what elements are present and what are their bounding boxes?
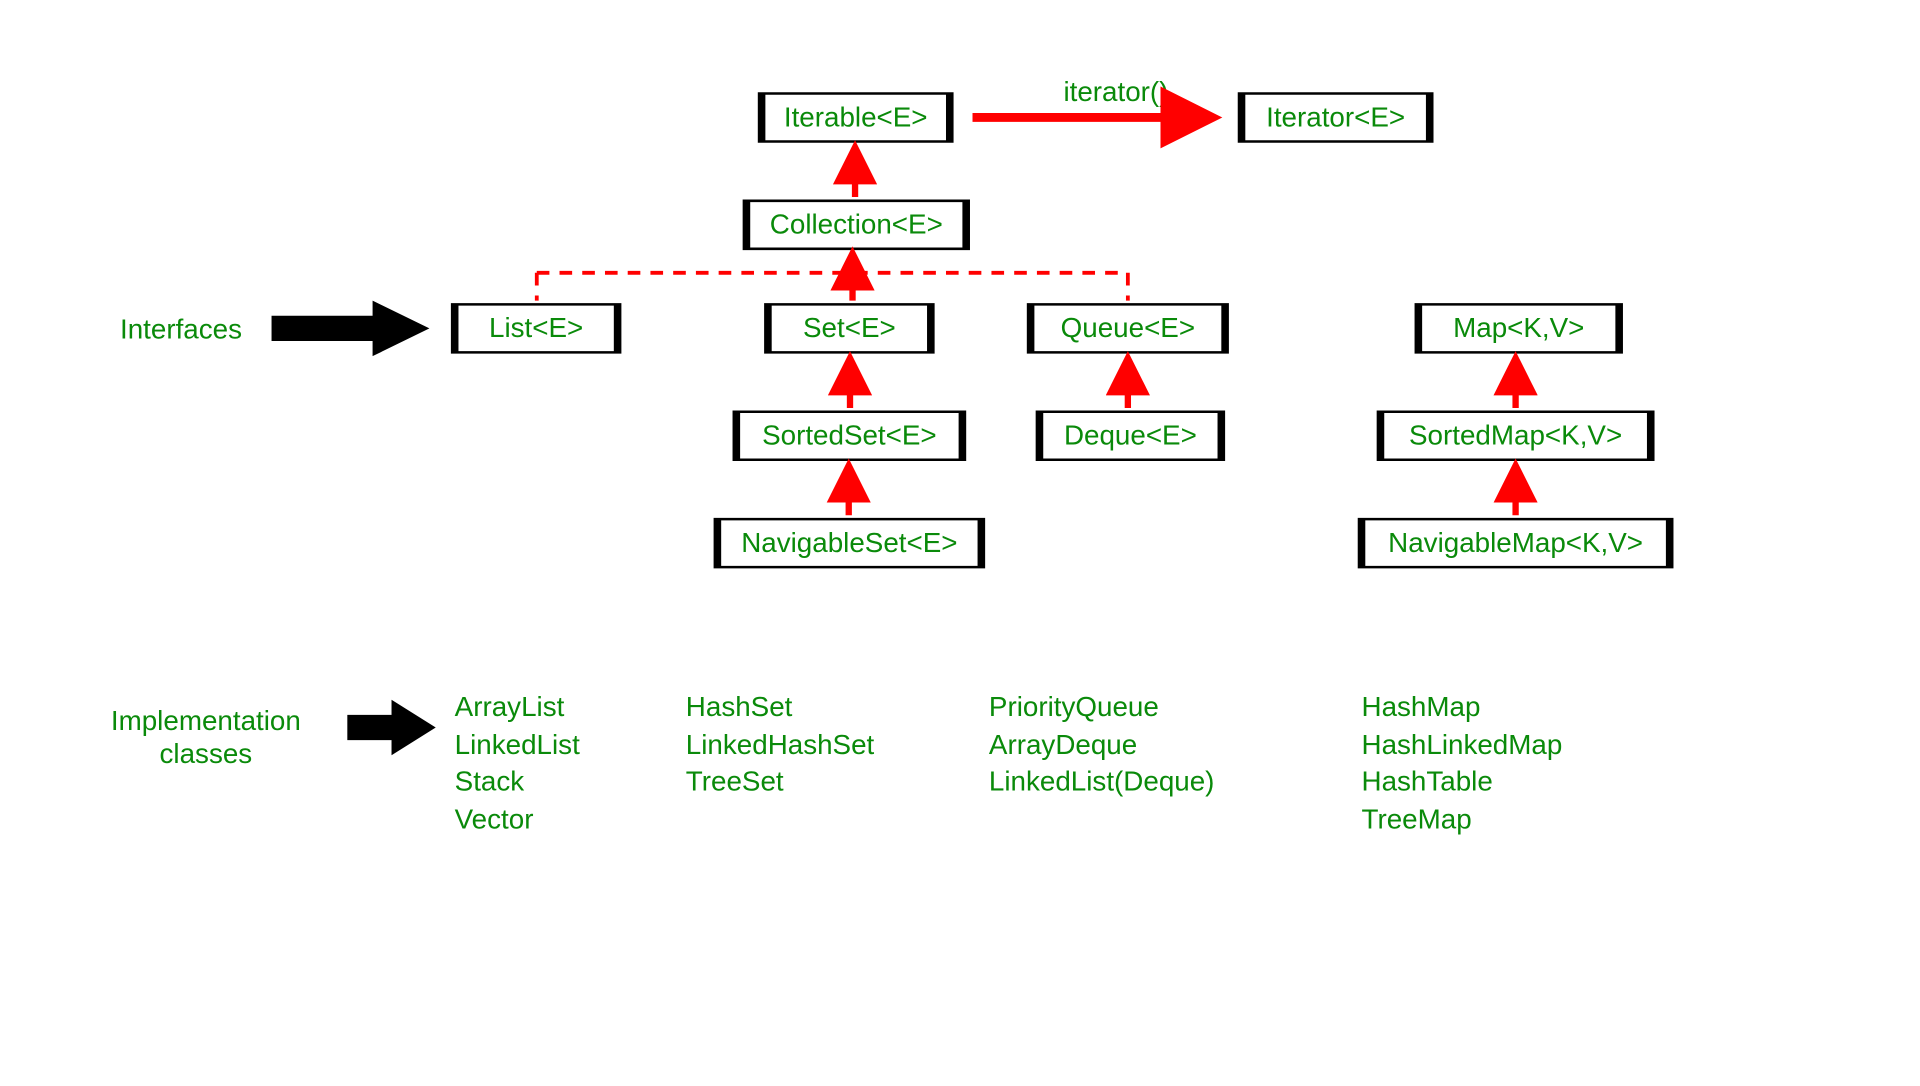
- node-set: Set<E>: [764, 303, 935, 354]
- impl-set: HashSet LinkedHashSet TreeSet: [686, 688, 874, 800]
- node-navigablemap: NavigableMap<K,V>: [1358, 518, 1674, 569]
- node-queue: Queue<E>: [1027, 303, 1229, 354]
- label-implementation-line1: Implementation: [111, 705, 301, 737]
- diagram-stage: Iterable<E> Iterator<E> iterator() Colle…: [0, 0, 1920, 1086]
- arrow-interfaces-icon: [272, 301, 430, 357]
- node-iterator: Iterator<E>: [1238, 92, 1434, 143]
- arrow-impl-classes-icon: [347, 700, 435, 756]
- label-iterator-method: iterator(): [1063, 76, 1168, 109]
- node-sortedset: SortedSet<E>: [733, 410, 967, 461]
- label-interfaces: Interfaces: [120, 313, 242, 346]
- node-collection: Collection<E>: [743, 200, 970, 251]
- dashed-branches: [537, 273, 1128, 301]
- impl-queue: PriorityQueue ArrayDeque LinkedList(Dequ…: [989, 688, 1215, 800]
- label-implementation-line2: classes: [160, 738, 253, 770]
- impl-list: ArrayList LinkedList Stack Vector: [455, 688, 580, 838]
- node-list: List<E>: [451, 303, 622, 354]
- node-map: Map<K,V>: [1415, 303, 1623, 354]
- node-iterable: Iterable<E>: [758, 92, 954, 143]
- node-deque: Deque<E>: [1036, 410, 1225, 461]
- impl-map: HashMap HashLinkedMap HashTable TreeMap: [1362, 688, 1563, 838]
- node-navigableset: NavigableSet<E>: [714, 518, 986, 569]
- label-implementation-classes: Implementation classes: [67, 705, 345, 771]
- node-sortedmap: SortedMap<K,V>: [1377, 410, 1655, 461]
